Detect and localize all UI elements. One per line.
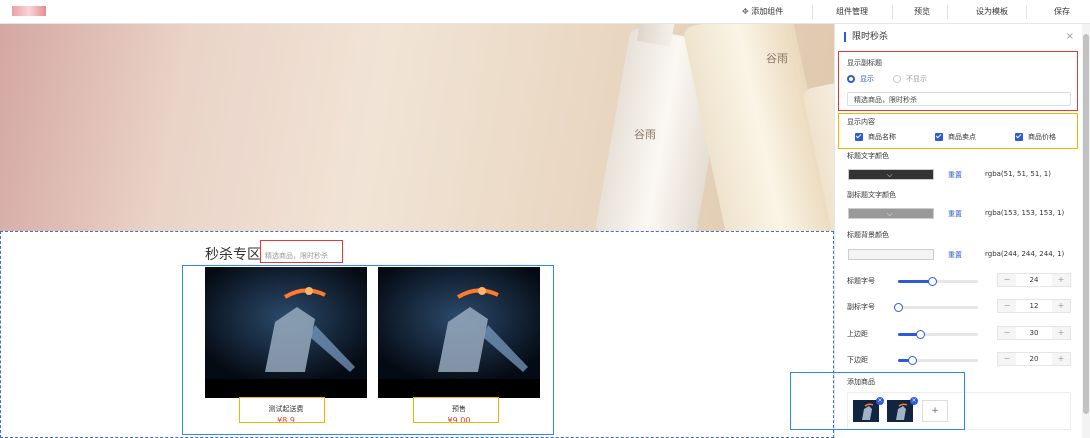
plus-button[interactable]: + [1052,327,1070,339]
product-image [205,267,367,398]
scrollbar[interactable] [1082,24,1090,438]
subtitle-highlight [260,240,343,263]
slider-handle[interactable] [916,330,925,339]
add-component-button[interactable]: ✥ 添加组件 [742,6,783,17]
margin-bottom-value[interactable]: 20 [1016,353,1052,365]
margin-bottom-label: 下边距 [847,356,868,364]
chevron-down-icon: ⌵ [887,210,893,218]
brand-text-2: 谷雨 [766,52,788,65]
subtitle-color-value: rgba(153, 153, 153, 1) [985,209,1065,217]
radio-hide-label: 不显示 [906,75,927,83]
show-content-label: 显示内容 [847,118,875,126]
subtitle-fontsize-slider[interactable] [894,303,978,312]
product-image-art [205,267,367,379]
preview-button[interactable]: 预览 [914,6,930,17]
product-image-art [378,267,540,379]
subtitle-color-picker[interactable]: ⌵ [848,208,934,219]
divider [1026,5,1027,19]
checkbox-product-name-label: 商品名称 [868,133,896,141]
panel-title: 限时秒杀 [844,32,888,42]
title-fontsize-value[interactable]: 24 [1016,274,1052,286]
logo [12,6,46,16]
flash-sale-block[interactable]: 秒杀专区 精选商品，限时秒杀 测试起送费 ¥8.9 预售 ¥9.00 [0,231,834,438]
divider [812,5,813,19]
name-price-highlight [413,397,499,423]
name-price-highlight [239,397,325,423]
title-color-picker[interactable]: ⌵ [848,169,934,180]
checkbox-selling-point[interactable] [935,133,943,141]
title-bg-value: rgba(244, 244, 244, 1) [985,250,1065,258]
minus-button[interactable]: − [998,274,1016,286]
margin-top-label: 上边距 [847,330,868,338]
plus-button[interactable]: + [1052,353,1070,365]
section-title: 秒杀专区 [205,247,261,263]
title-fontsize-stepper[interactable]: − 24 + [997,273,1071,287]
editor-canvas: 谷雨 谷雨 秒杀专区 精选商品，限时秒杀 测试起送费 ¥8.9 预售 ¥9.00 [0,24,834,438]
checkbox-product-name[interactable] [855,133,863,141]
title-bg-picker[interactable] [848,249,934,260]
component-manage-button[interactable]: 组件管理 [836,6,868,17]
minus-button[interactable]: − [998,327,1016,339]
title-bg-label: 标题背景颜色 [847,231,889,239]
show-subtitle-label: 显示副标题 [847,59,882,67]
set-template-button[interactable]: 设为模板 [976,6,1008,17]
plus-button[interactable]: + [1052,274,1070,286]
checkbox-price[interactable] [1015,133,1023,141]
radio-hide[interactable] [893,75,901,83]
checkbox-selling-point-label: 商品卖点 [948,133,976,141]
slider-handle[interactable] [928,277,937,286]
divider [947,5,948,19]
chevron-down-icon: ⌵ [887,171,893,179]
subtitle-fontsize-value[interactable]: 12 [1016,300,1052,312]
save-button[interactable]: 保存 [1054,6,1070,17]
slider-fill [898,280,932,283]
add-product-highlight [790,372,965,430]
title-fontsize-slider[interactable] [898,277,978,286]
margin-top-slider[interactable] [898,330,978,339]
top-toolbar: ✥ 添加组件 组件管理 预览 设为模板 保存 [0,0,1090,24]
title-color-value: rgba(51, 51, 51, 1) [985,170,1051,178]
minus-button[interactable]: − [998,353,1016,365]
close-icon[interactable]: × [1066,31,1074,42]
banner-image[interactable]: 谷雨 谷雨 [0,24,834,232]
reset-title-color-button[interactable]: 重置 [948,170,962,180]
radio-show[interactable] [847,75,855,83]
slider-handle[interactable] [908,356,917,365]
radio-show-label: 显示 [860,75,874,83]
minus-button[interactable]: − [998,300,1016,312]
subtitle-fontsize-stepper[interactable]: − 12 + [997,299,1071,313]
scrollbar-thumb[interactable] [1083,34,1089,414]
subtitle-color-label: 副标题文字颜色 [847,191,896,199]
margin-top-value[interactable]: 30 [1016,327,1052,339]
margin-bottom-stepper[interactable]: − 20 + [997,352,1071,366]
reset-title-bg-button[interactable]: 重置 [948,250,962,260]
margin-top-stepper[interactable]: − 30 + [997,326,1071,340]
component-icon: ✥ [742,7,749,16]
plus-button[interactable]: + [1052,300,1070,312]
brand-text: 谷雨 [634,128,656,141]
checkbox-price-label: 商品价格 [1028,133,1056,141]
divider [892,5,893,19]
product-image [378,267,540,398]
subtitle-fontsize-label: 副标字号 [847,303,875,311]
slider-handle[interactable] [894,303,903,312]
reset-subtitle-color-button[interactable]: 重置 [948,209,962,219]
subtitle-input[interactable]: 精选商品，限时秒杀 [847,92,1071,106]
margin-bottom-slider[interactable] [898,356,978,365]
title-fontsize-label: 标题字号 [847,277,875,285]
title-color-label: 标题文字颜色 [847,152,889,160]
